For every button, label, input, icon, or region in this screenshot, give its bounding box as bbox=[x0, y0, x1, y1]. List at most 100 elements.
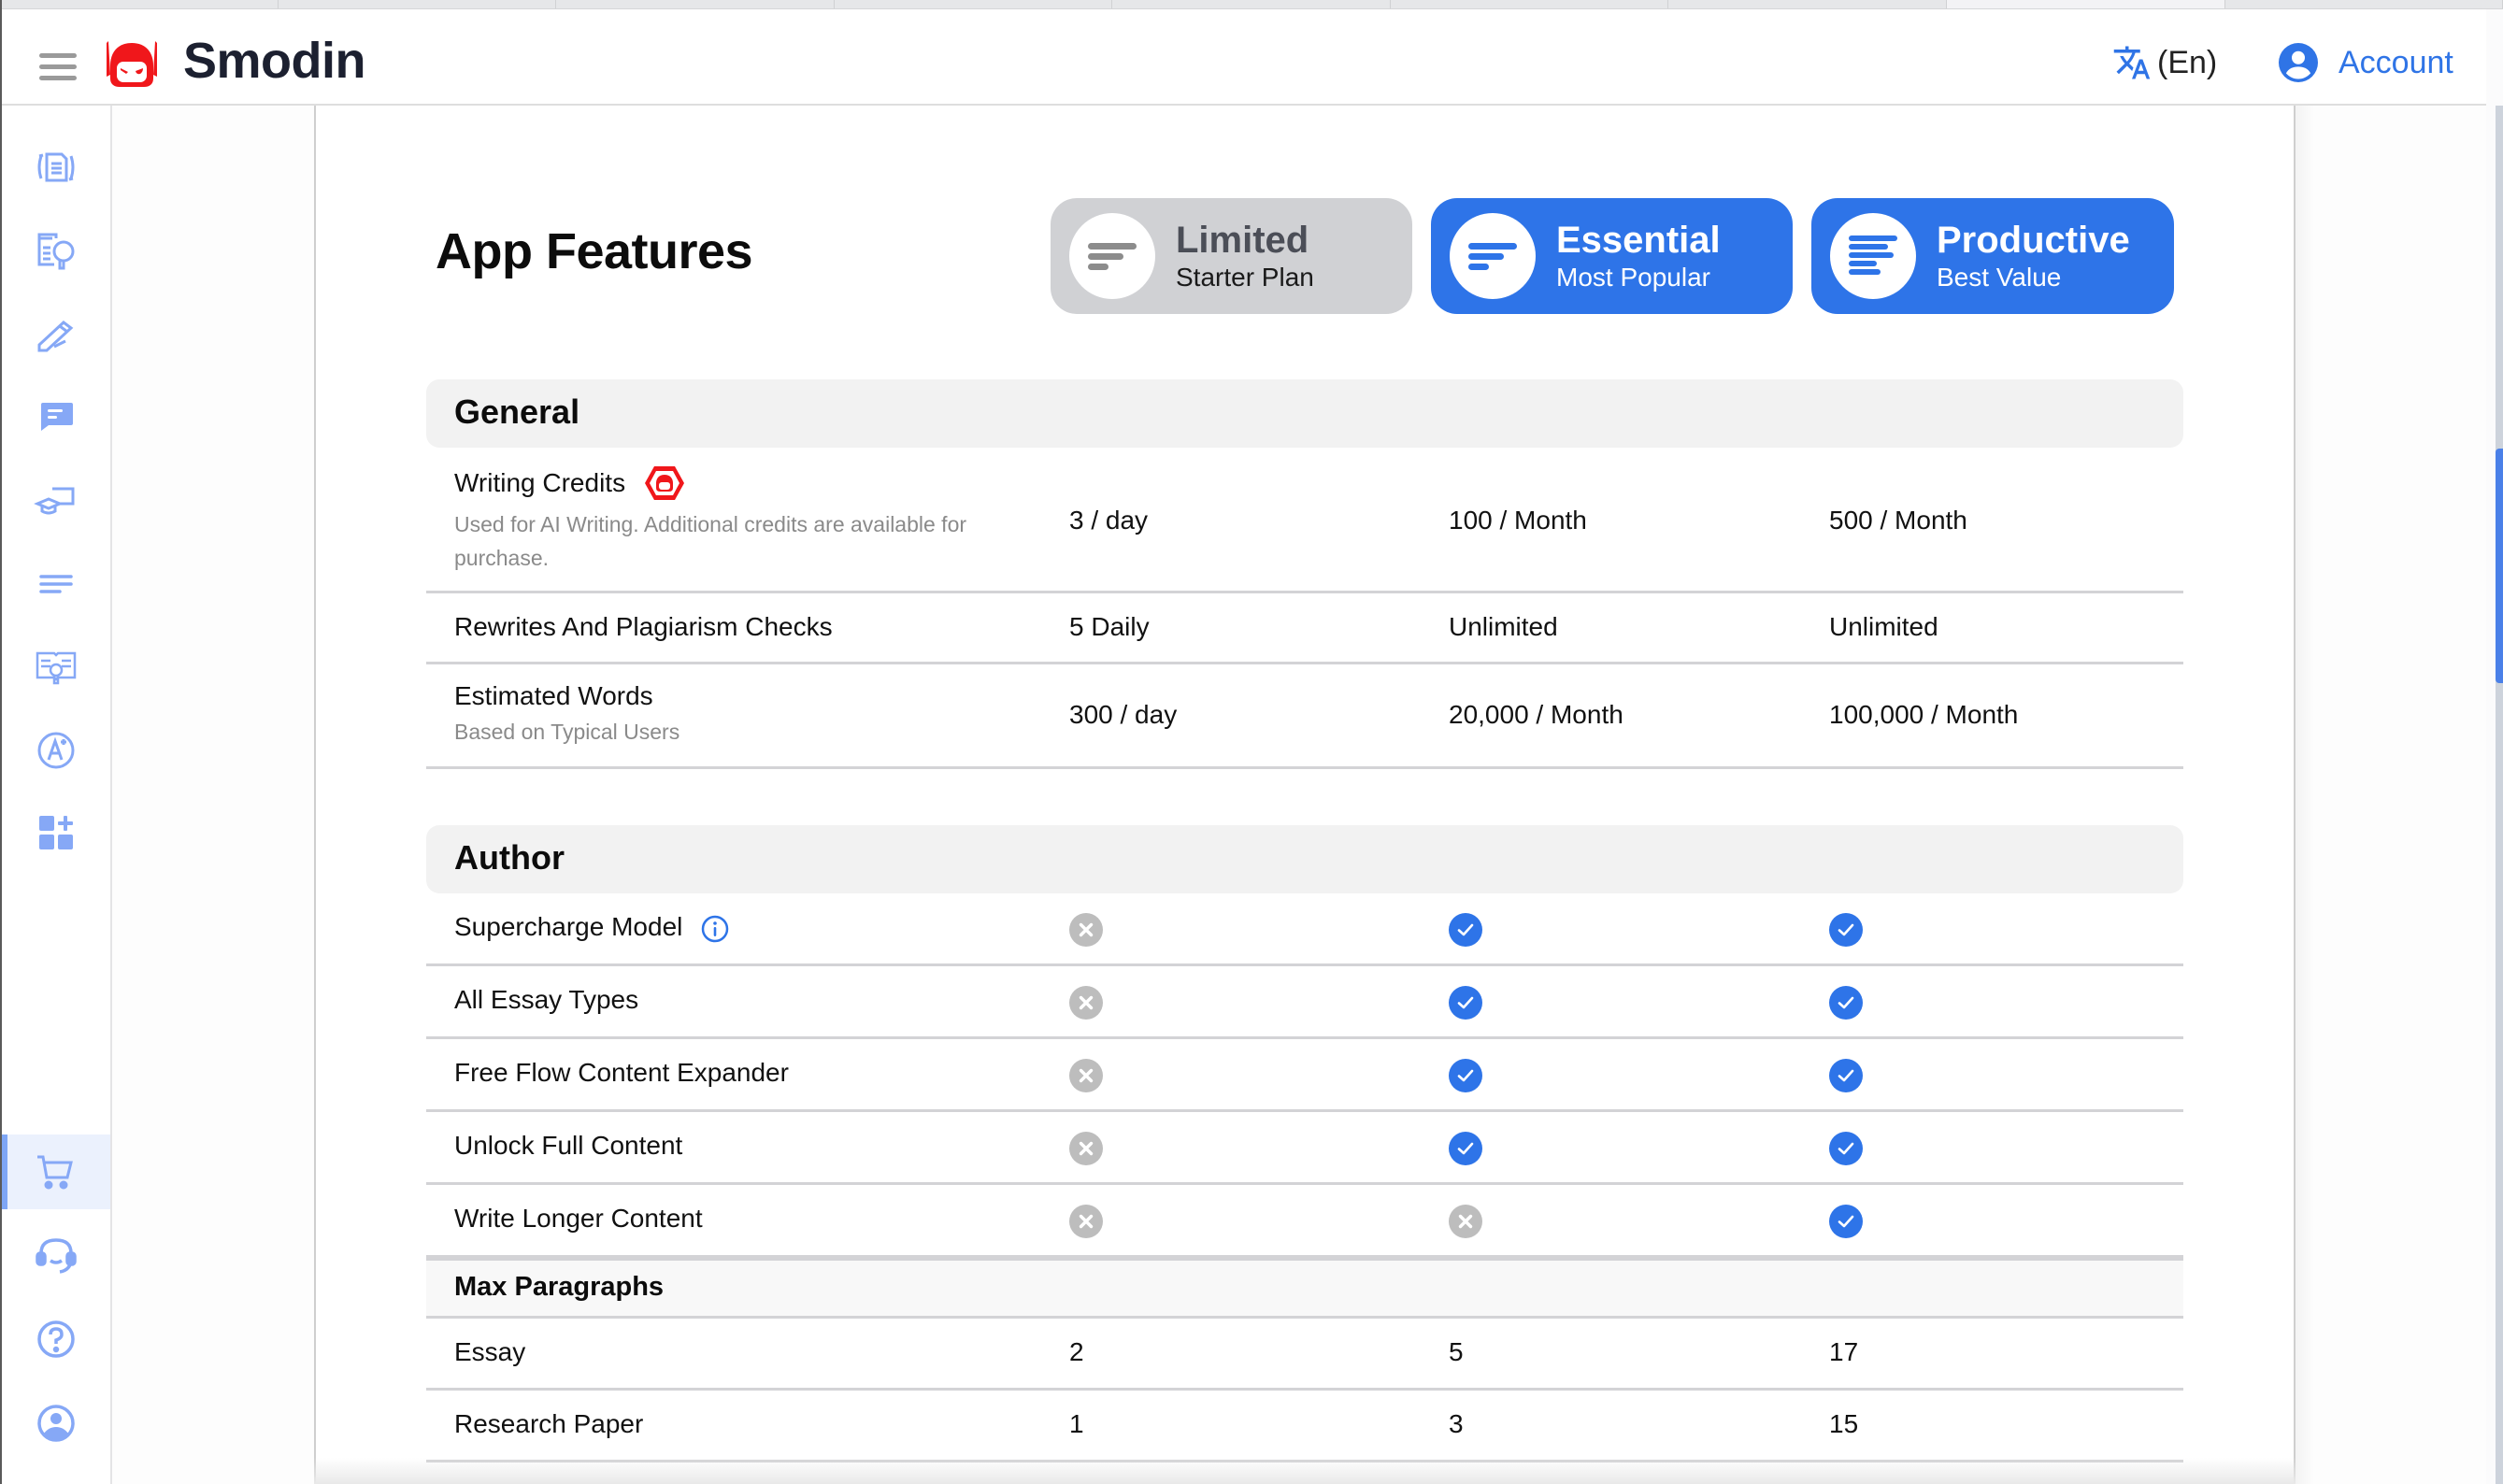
value-productive: Unlimited bbox=[1829, 612, 1938, 641]
sidebar-item-rewriter[interactable] bbox=[2, 134, 110, 201]
table-row-all-essay-types: All Essay Types bbox=[426, 966, 2183, 1039]
summarizer-icon bbox=[39, 575, 73, 593]
bottom-fade bbox=[314, 1458, 2296, 1484]
feature-description: Used for AI Writing. Additional credits … bbox=[454, 512, 967, 570]
top-bar: Smodin (En) Account bbox=[0, 9, 2486, 106]
research-icon bbox=[36, 651, 77, 685]
plan-lines-icon bbox=[1468, 243, 1517, 270]
value-limited: 2 bbox=[1069, 1337, 1084, 1366]
sidebar-item-support[interactable] bbox=[2, 1221, 110, 1289]
sidebar-item-summarizer[interactable] bbox=[2, 550, 110, 618]
scrollbar-thumb[interactable] bbox=[2496, 449, 2503, 683]
plan-productive-button[interactable]: Productive Best Value bbox=[1811, 198, 2174, 314]
page-scrollbar[interactable] bbox=[2496, 106, 2503, 1484]
check-icon-essential bbox=[1449, 1059, 1482, 1092]
browser-tab[interactable] bbox=[1112, 0, 1391, 8]
value-limited: 3 / day bbox=[1069, 506, 1149, 535]
check-icon-productive bbox=[1829, 986, 1863, 1020]
plagiarism-checker-icon bbox=[37, 233, 75, 270]
sidebar-item-chat[interactable] bbox=[2, 384, 110, 451]
sidebar-item-help[interactable] bbox=[2, 1306, 110, 1373]
account-label: Account bbox=[2339, 44, 2453, 80]
browser-tab[interactable] bbox=[1391, 0, 1669, 8]
value-productive: 500 / Month bbox=[1829, 506, 1967, 535]
plan-name: Productive bbox=[1937, 220, 2130, 261]
table-row-write-longer-content: Write Longer Content bbox=[426, 1185, 2183, 1258]
plan-icon-circle bbox=[1830, 213, 1916, 299]
feature-label: Supercharge Model bbox=[454, 912, 683, 941]
cart-icon bbox=[37, 1155, 73, 1190]
table-row-research-paper: Research Paper 1 3 15 bbox=[426, 1391, 2183, 1463]
menu-icon[interactable] bbox=[39, 53, 77, 81]
browser-tab[interactable] bbox=[279, 0, 557, 8]
translate-icon bbox=[2113, 46, 2151, 79]
browser-tab[interactable] bbox=[556, 0, 835, 8]
sidebar-item-more-apps[interactable] bbox=[2, 799, 110, 866]
feature-label: Essay bbox=[454, 1337, 526, 1366]
table-row-writing-credits: Writing Credits Used for AI Writing. Add… bbox=[426, 448, 2183, 593]
sidebar-item-author[interactable] bbox=[2, 300, 110, 367]
sidebar-item-grader[interactable] bbox=[2, 717, 110, 784]
profile-icon bbox=[37, 1405, 75, 1442]
plan-limited-button[interactable]: Limited Starter Plan bbox=[1051, 198, 1412, 314]
value-essential: 20,000 / Month bbox=[1449, 700, 1623, 729]
plan-icon-circle bbox=[1450, 213, 1536, 299]
plan-icon-circle bbox=[1069, 213, 1155, 299]
language-label: (En) bbox=[2157, 44, 2218, 80]
plan-subtitle: Best Value bbox=[1937, 263, 2062, 292]
feature-label: Unlock Full Content bbox=[454, 1131, 683, 1160]
info-icon[interactable] bbox=[700, 914, 730, 944]
rewriter-icon bbox=[37, 152, 75, 182]
value-productive: 100,000 / Month bbox=[1829, 700, 2019, 729]
browser-tab-strip bbox=[0, 0, 2503, 9]
browser-tab[interactable] bbox=[0, 0, 279, 8]
browser-tab[interactable] bbox=[1668, 0, 1947, 8]
sidebar-item-plagiarism-checker[interactable] bbox=[2, 218, 110, 285]
section-header-author: Author bbox=[426, 825, 2183, 893]
sidebar bbox=[2, 106, 112, 1484]
smodin-logo-icon[interactable] bbox=[101, 37, 163, 90]
sidebar-item-profile[interactable] bbox=[2, 1390, 110, 1457]
feature-label: Rewrites And Plagiarism Checks bbox=[454, 612, 833, 641]
language-selector[interactable]: (En) bbox=[2112, 43, 2217, 82]
value-essential: 3 bbox=[1449, 1409, 1464, 1438]
sidebar-item-cart[interactable] bbox=[2, 1134, 110, 1209]
feature-description: Based on Typical Users bbox=[454, 720, 680, 744]
value-essential: 100 / Month bbox=[1449, 506, 1587, 535]
more-apps-icon bbox=[39, 816, 73, 849]
author-pen-icon bbox=[37, 321, 74, 352]
browser-tab[interactable] bbox=[2225, 0, 2503, 8]
feature-label: Estimated Words bbox=[454, 681, 653, 710]
cross-icon-limited bbox=[1069, 1059, 1103, 1092]
value-productive: 17 bbox=[1829, 1337, 1859, 1366]
plan-essential-button[interactable]: Essential Most Popular bbox=[1431, 198, 1793, 314]
table-row-free-flow-content-expander: Free Flow Content Expander bbox=[426, 1039, 2183, 1112]
brand-name[interactable]: Smodin bbox=[183, 32, 366, 90]
sidebar-item-research[interactable] bbox=[2, 633, 110, 700]
section-title: Author bbox=[454, 838, 565, 877]
chat-icon bbox=[41, 403, 73, 431]
browser-tab-active[interactable] bbox=[1946, 0, 2225, 8]
plan-lines-icon bbox=[1088, 243, 1137, 270]
account-button[interactable]: Account bbox=[2279, 43, 2453, 82]
table-row-supercharge-model: Supercharge Model bbox=[426, 893, 2183, 966]
value-limited: 5 Daily bbox=[1069, 612, 1150, 641]
table-row-rewrites: Rewrites And Plagiarism Checks 5 Daily U… bbox=[426, 593, 2183, 664]
check-icon-essential bbox=[1449, 986, 1482, 1020]
credits-robot-icon[interactable] bbox=[643, 464, 686, 502]
check-icon-essential bbox=[1449, 1132, 1482, 1165]
value-essential: Unlimited bbox=[1449, 612, 1558, 641]
page-title: App Features bbox=[436, 223, 753, 279]
value-essential: 5 bbox=[1449, 1337, 1464, 1366]
sidebar-item-omni[interactable] bbox=[2, 466, 110, 534]
cross-icon-limited bbox=[1069, 986, 1103, 1020]
check-icon-essential bbox=[1449, 913, 1482, 947]
table-row-estimated-words: Estimated Words Based on Typical Users 3… bbox=[426, 664, 2183, 769]
plan-name: Essential bbox=[1556, 220, 1721, 261]
plan-name: Limited bbox=[1176, 220, 1309, 261]
feature-label: Free Flow Content Expander bbox=[454, 1058, 789, 1087]
plan-lines-icon bbox=[1849, 235, 1897, 275]
feature-label: Research Paper bbox=[454, 1409, 644, 1438]
browser-tab[interactable] bbox=[835, 0, 1113, 8]
cross-icon-essential bbox=[1449, 1205, 1482, 1238]
